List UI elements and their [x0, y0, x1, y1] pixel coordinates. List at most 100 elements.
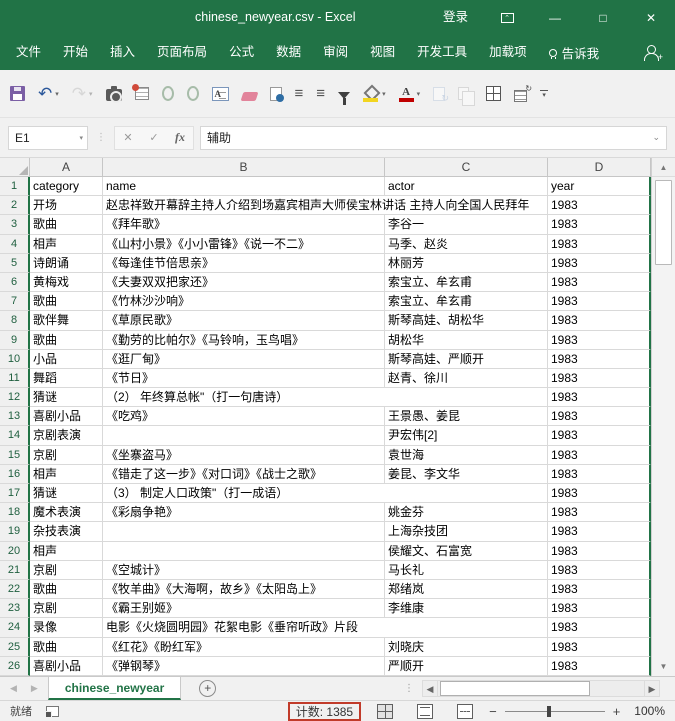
save-icon[interactable]: [10, 82, 25, 106]
row-header-9[interactable]: 9: [0, 331, 30, 350]
cell-C4[interactable]: 马季、赵炎: [385, 235, 548, 254]
cell-D20[interactable]: 1983: [548, 542, 651, 561]
oval-shape-icon[interactable]: [162, 82, 174, 106]
dropdown-arrow-icon[interactable]: ▾: [55, 90, 59, 98]
cell-B19[interactable]: [103, 522, 385, 541]
cell-A14[interactable]: 京剧表演: [30, 426, 103, 445]
cell-A25[interactable]: 歌曲: [30, 638, 103, 657]
row-header-24[interactable]: 24: [0, 618, 30, 637]
cell-C20[interactable]: 侯耀文、石富宽: [385, 542, 548, 561]
cell-D18[interactable]: 1983: [548, 503, 651, 522]
cell-B3[interactable]: 《拜年歌》: [103, 215, 385, 234]
cell-A19[interactable]: 杂技表演: [30, 522, 103, 541]
toolbar-overflow-icon[interactable]: [540, 82, 548, 106]
cell-B1[interactable]: name: [103, 177, 385, 196]
row-header-26[interactable]: 26: [0, 657, 30, 676]
close-button[interactable]: ✕: [627, 0, 675, 35]
cell-A9[interactable]: 歌曲: [30, 331, 103, 350]
column-header-A[interactable]: A: [30, 158, 103, 177]
normal-view-icon[interactable]: [377, 704, 393, 719]
sheet-tab-chinese-newyear[interactable]: chinese_newyear: [48, 677, 181, 700]
cell-A1[interactable]: category: [30, 177, 103, 196]
cell-B24[interactable]: 电影《火烧圆明园》花絮电影《垂帘听政》片段: [103, 618, 548, 637]
cell-A15[interactable]: 京剧: [30, 446, 103, 465]
cell-A5[interactable]: 诗朗诵: [30, 254, 103, 273]
cell-D19[interactable]: 1983: [548, 522, 651, 541]
scroll-up-icon[interactable]: ▲: [652, 158, 675, 177]
cell-A21[interactable]: 京剧: [30, 561, 103, 580]
ribbon-tab-developer[interactable]: 开发工具: [417, 35, 467, 70]
ribbon-tab-add-ins[interactable]: 加载项: [489, 35, 527, 70]
enter-button[interactable]: ✓: [141, 131, 167, 144]
cell-B11[interactable]: 《节日》: [103, 369, 385, 388]
cell-B17[interactable]: （3） 制定人口政策"（打一成语）: [103, 484, 548, 503]
cell-B7[interactable]: 《竹林沙沙响》: [103, 292, 385, 311]
cell-D26[interactable]: 1983: [548, 657, 651, 676]
cell-D24[interactable]: 1983: [548, 618, 651, 637]
formula-input[interactable]: 辅助 ⌄: [200, 126, 667, 150]
cell-A7[interactable]: 歌曲: [30, 292, 103, 311]
select-all-corner[interactable]: [0, 158, 30, 177]
column-header-C[interactable]: C: [385, 158, 548, 177]
row-header-19[interactable]: 19: [0, 522, 30, 541]
zoom-slider-track[interactable]: [505, 711, 605, 712]
zoom-in-button[interactable]: +: [613, 705, 621, 718]
zoom-level[interactable]: 100%: [634, 704, 665, 718]
cell-C5[interactable]: 林丽芳: [385, 254, 548, 273]
row-header-13[interactable]: 13: [0, 407, 30, 426]
cell-A18[interactable]: 魔术表演: [30, 503, 103, 522]
cell-A10[interactable]: 小品: [30, 350, 103, 369]
macro-record-icon[interactable]: [46, 706, 59, 717]
dropdown-arrow-icon[interactable]: ▾: [417, 90, 421, 98]
cell-C9[interactable]: 胡松华: [385, 331, 548, 350]
cell-D8[interactable]: 1983: [548, 311, 651, 330]
cell-D21[interactable]: 1983: [548, 561, 651, 580]
cell-A26[interactable]: 喜剧小品: [30, 657, 103, 676]
cell-C23[interactable]: 李维康: [385, 599, 548, 618]
cell-B15[interactable]: 《坐寨盗马》: [103, 446, 385, 465]
cell-A3[interactable]: 歌曲: [30, 215, 103, 234]
align-center-icon[interactable]: ≡: [295, 82, 304, 106]
horizontal-scrollbar-track[interactable]: [438, 680, 644, 697]
cell-B2[interactable]: 赵忠祥致开幕辞主持人介绍到场嘉宾相声大师侯宝林讲话 主持人向全国人民拜年: [103, 196, 548, 215]
cell-A4[interactable]: 相声: [30, 235, 103, 254]
dropdown-arrow-icon[interactable]: ▾: [382, 90, 386, 98]
row-header-1[interactable]: 1: [0, 177, 30, 196]
column-header-D[interactable]: D: [548, 158, 651, 177]
cell-C19[interactable]: 上海杂技团: [385, 522, 548, 541]
splitter-dots-icon[interactable]: ⋮: [404, 683, 414, 694]
cell-A22[interactable]: 歌曲: [30, 580, 103, 599]
row-header-16[interactable]: 16: [0, 465, 30, 484]
ribbon-tab-home[interactable]: 开始: [63, 35, 88, 70]
maximize-button[interactable]: □: [579, 0, 627, 35]
cell-D22[interactable]: 1983: [548, 580, 651, 599]
cell-D14[interactable]: 1983: [548, 426, 651, 445]
row-header-3[interactable]: 3: [0, 215, 30, 234]
cell-A17[interactable]: 猜谜: [30, 484, 103, 503]
cell-D2[interactable]: 1983: [548, 196, 651, 215]
cell-C21[interactable]: 马长礼: [385, 561, 548, 580]
prev-sheet-icon[interactable]: ◀: [10, 683, 17, 694]
cell-B18[interactable]: 《彩扇争艳》: [103, 503, 385, 522]
ribbon-tab-insert[interactable]: 插入: [110, 35, 135, 70]
cell-C8[interactable]: 斯琴高娃、胡松华: [385, 311, 548, 330]
row-header-20[interactable]: 20: [0, 542, 30, 561]
cell-C13[interactable]: 王景愚、姜昆: [385, 407, 548, 426]
cell-C1[interactable]: actor: [385, 177, 548, 196]
row-header-6[interactable]: 6: [0, 273, 30, 292]
cell-C11[interactable]: 赵青、徐川: [385, 369, 548, 388]
camera-icon[interactable]: [106, 82, 122, 106]
cell-D11[interactable]: 1983: [548, 369, 651, 388]
ribbon-tab-file[interactable]: 文件: [16, 35, 41, 70]
row-header-21[interactable]: 21: [0, 561, 30, 580]
add-sheet-button[interactable]: +: [199, 680, 216, 697]
row-header-15[interactable]: 15: [0, 446, 30, 465]
insert-function-button[interactable]: fx: [167, 130, 193, 145]
cell-D9[interactable]: 1983: [548, 331, 651, 350]
ribbon-tab-view[interactable]: 视图: [370, 35, 395, 70]
next-sheet-icon[interactable]: ▶: [31, 683, 38, 694]
cell-D12[interactable]: 1983: [548, 388, 651, 407]
cell-D15[interactable]: 1983: [548, 446, 651, 465]
cell-B12[interactable]: （2） 年终算总帐"（打一句唐诗）: [103, 388, 548, 407]
scroll-down-icon[interactable]: ▼: [652, 657, 675, 676]
